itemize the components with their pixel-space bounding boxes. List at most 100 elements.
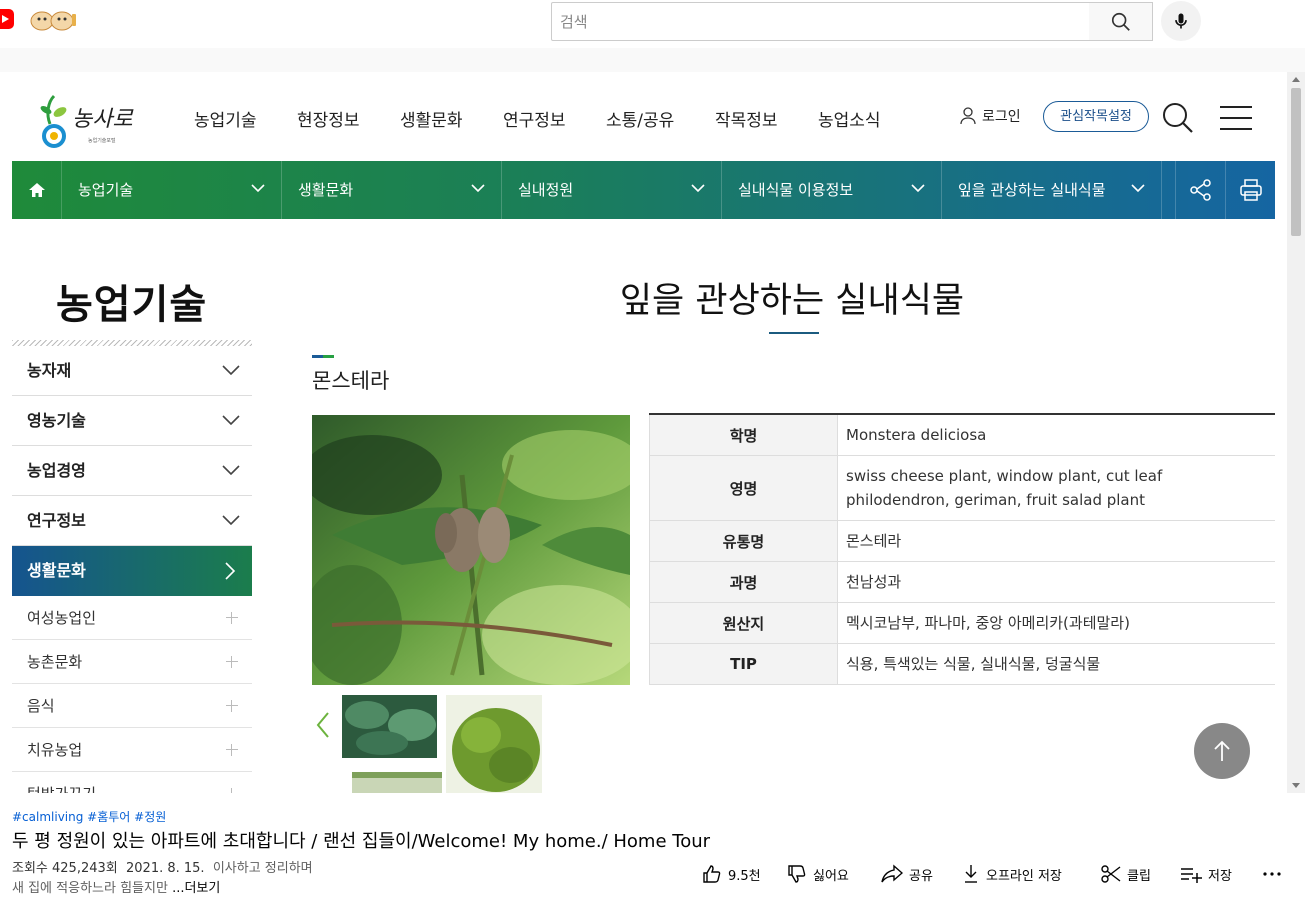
hamburger-menu-icon[interactable] <box>1220 105 1252 131</box>
location-depth-2[interactable]: 생활문화 <box>282 161 502 219</box>
subtitle-marker <box>312 355 334 358</box>
svg-text:농업기술포털: 농업기술포털 <box>88 137 116 144</box>
scroll-up-arrow[interactable] <box>1292 77 1300 82</box>
home-icon <box>29 183 45 197</box>
clip-button[interactable]: 클립 <box>1101 864 1151 884</box>
gnb-item[interactable]: 연구정보 <box>503 106 566 131</box>
voice-search-button[interactable] <box>1161 1 1201 41</box>
save-to-playlist-button[interactable]: 저장 <box>1180 864 1232 884</box>
show-more-link[interactable]: ...더보기 <box>172 881 220 896</box>
clip-label: 클립 <box>1127 868 1151 884</box>
sidebar-item[interactable]: 연구정보 <box>12 496 252 546</box>
sidebar-subitem[interactable]: 치유농업 <box>12 728 252 772</box>
sidebar-subitem[interactable]: 텃밭가꾸기 <box>12 772 252 793</box>
table-row: 과명 천남성과 <box>649 561 1275 603</box>
plant-main-photo <box>312 415 630 685</box>
printer-icon <box>1240 179 1262 201</box>
dislike-button[interactable]: 싫어요 <box>787 864 849 884</box>
sidebar-item[interactable]: 농자재 <box>12 346 252 396</box>
location-depth-1[interactable]: 농업기술 <box>62 161 282 219</box>
video-hashtags[interactable]: #calmliving #홈투어 #정원 <box>12 808 166 825</box>
plant-thumbnail[interactable] <box>352 772 442 793</box>
chevron-down-icon <box>691 184 705 193</box>
row-label: 영명 <box>649 455 838 521</box>
share-button[interactable]: 공유 <box>881 864 933 884</box>
row-label: 유통명 <box>649 520 838 562</box>
scroll-to-top-button[interactable] <box>1194 723 1250 779</box>
sidebar-item-label: 연구정보 <box>27 511 86 530</box>
plant-thumbnail[interactable] <box>446 695 542 793</box>
youtube-search-button[interactable] <box>1089 2 1153 41</box>
scroll-down-arrow[interactable] <box>1292 783 1300 788</box>
nongsaro-logo[interactable]: 농사로 농업기술포털 <box>38 84 138 150</box>
plant-info-table: 학명 Monstera deliciosa 영명 swiss cheese pl… <box>649 413 1275 685</box>
plant-thumbnail[interactable] <box>342 695 437 758</box>
gnb-item[interactable]: 작목정보 <box>715 106 778 131</box>
location-depth-5[interactable]: 잎을 관상하는 실내식물 <box>942 161 1162 219</box>
playlist-add-icon <box>1181 868 1202 883</box>
sidebar-subitem-label: 음식 <box>27 697 55 715</box>
chevron-left-icon[interactable] <box>316 712 330 738</box>
sidebar-title: 농업기술 <box>56 282 208 328</box>
sidebar-item-label: 생활문화 <box>27 561 86 580</box>
sidebar-subitem[interactable]: 여성농업인 <box>12 596 252 640</box>
offline-save-label: 오프라인 저장 <box>986 868 1062 884</box>
more-actions-button[interactable] <box>1262 864 1282 884</box>
row-value: swiss cheese plant, window plant, cut le… <box>837 455 1275 521</box>
svg-text:농사로: 농사로 <box>72 107 134 132</box>
row-label: TIP <box>649 643 838 685</box>
location-depth-4[interactable]: 실내식물 이용정보 <box>722 161 942 219</box>
like-button[interactable]: 9.5천 <box>702 864 761 884</box>
doodle-logo[interactable] <box>28 8 78 32</box>
sidebar-item[interactable]: 농업경영 <box>12 446 252 496</box>
scrollbar-thumb[interactable] <box>1291 88 1301 236</box>
gnb-item[interactable]: 농업기술 <box>194 106 257 131</box>
page-scrollbar[interactable] <box>1287 72 1305 793</box>
video-description[interactable]: 조회수 425,243회 2021. 8. 15. 이사하고 정리하며 새 집에… <box>12 859 313 899</box>
video-info: #calmliving #홈투어 #정원 두 평 정원이 있는 아파트에 초대합… <box>0 793 1305 905</box>
row-label: 원산지 <box>649 602 838 644</box>
share-arrow-icon <box>881 864 903 883</box>
offline-save-button[interactable]: 오프라인 저장 <box>962 864 1062 884</box>
search-icon[interactable] <box>1162 102 1194 134</box>
sidebar-subitem-label: 치유농업 <box>27 741 83 759</box>
gnb-item[interactable]: 농업소식 <box>818 106 881 131</box>
youtube-search-input[interactable] <box>552 3 1089 40</box>
sidebar-menu: 농자재 영농기술 농업경영 연구정보 생활문화 여성농업인 농촌문화 음식 치유… <box>12 346 252 793</box>
youtube-logo[interactable] <box>0 9 14 29</box>
row-label: 과명 <box>649 561 838 603</box>
gnb-item[interactable]: 생활문화 <box>400 106 463 131</box>
chevron-down-icon <box>222 515 240 526</box>
description-line: 새 집에 적응하느라 힘들지만 <box>12 881 168 896</box>
chevron-down-icon <box>911 184 925 193</box>
share-button[interactable] <box>1175 161 1225 219</box>
youtube-search-box[interactable] <box>551 2 1090 41</box>
interest-crop-button[interactable]: 관심작목설정 <box>1043 101 1149 132</box>
sidebar-item-label: 농자재 <box>27 361 72 380</box>
embedded-webpage: 농사로 농업기술포털 농업기술 현장정보 생활문화 연구정보 소통/공유 작목정… <box>12 72 1305 793</box>
print-button[interactable] <box>1225 161 1275 219</box>
arrow-up-icon <box>1214 740 1230 761</box>
sidebar-item-active[interactable]: 생활문화 <box>12 546 252 596</box>
title-underline <box>769 332 819 334</box>
table-row: TIP 식용, 특색있는 식물, 실내식물, 덩굴식물 <box>649 643 1275 685</box>
sidebar-subitem[interactable]: 농촌문화 <box>12 640 252 684</box>
location-label: 실내식물 이용정보 <box>738 181 854 199</box>
chevron-down-icon <box>222 465 240 476</box>
home-button[interactable] <box>12 161 62 219</box>
chevron-down-icon <box>222 415 240 426</box>
gnb-item[interactable]: 현장정보 <box>297 106 360 131</box>
sidebar-subitem-label: 여성농업인 <box>27 609 97 627</box>
login-link[interactable]: 로그인 <box>960 106 1021 126</box>
table-row: 영명 swiss cheese plant, window plant, cut… <box>649 455 1275 521</box>
chevron-down-icon <box>222 365 240 376</box>
gnb-item[interactable]: 소통/공유 <box>606 106 674 131</box>
user-icon <box>960 107 976 125</box>
table-row: 학명 Monstera deliciosa <box>649 414 1275 456</box>
sidebar-subitem[interactable]: 음식 <box>12 684 252 728</box>
location-depth-3[interactable]: 실내정원 <box>502 161 722 219</box>
sidebar-item[interactable]: 영농기술 <box>12 396 252 446</box>
description-line: 이사하고 정리하며 <box>212 861 313 876</box>
save-label: 저장 <box>1208 868 1232 884</box>
plant-name-heading: 몬스테라 <box>312 369 390 393</box>
